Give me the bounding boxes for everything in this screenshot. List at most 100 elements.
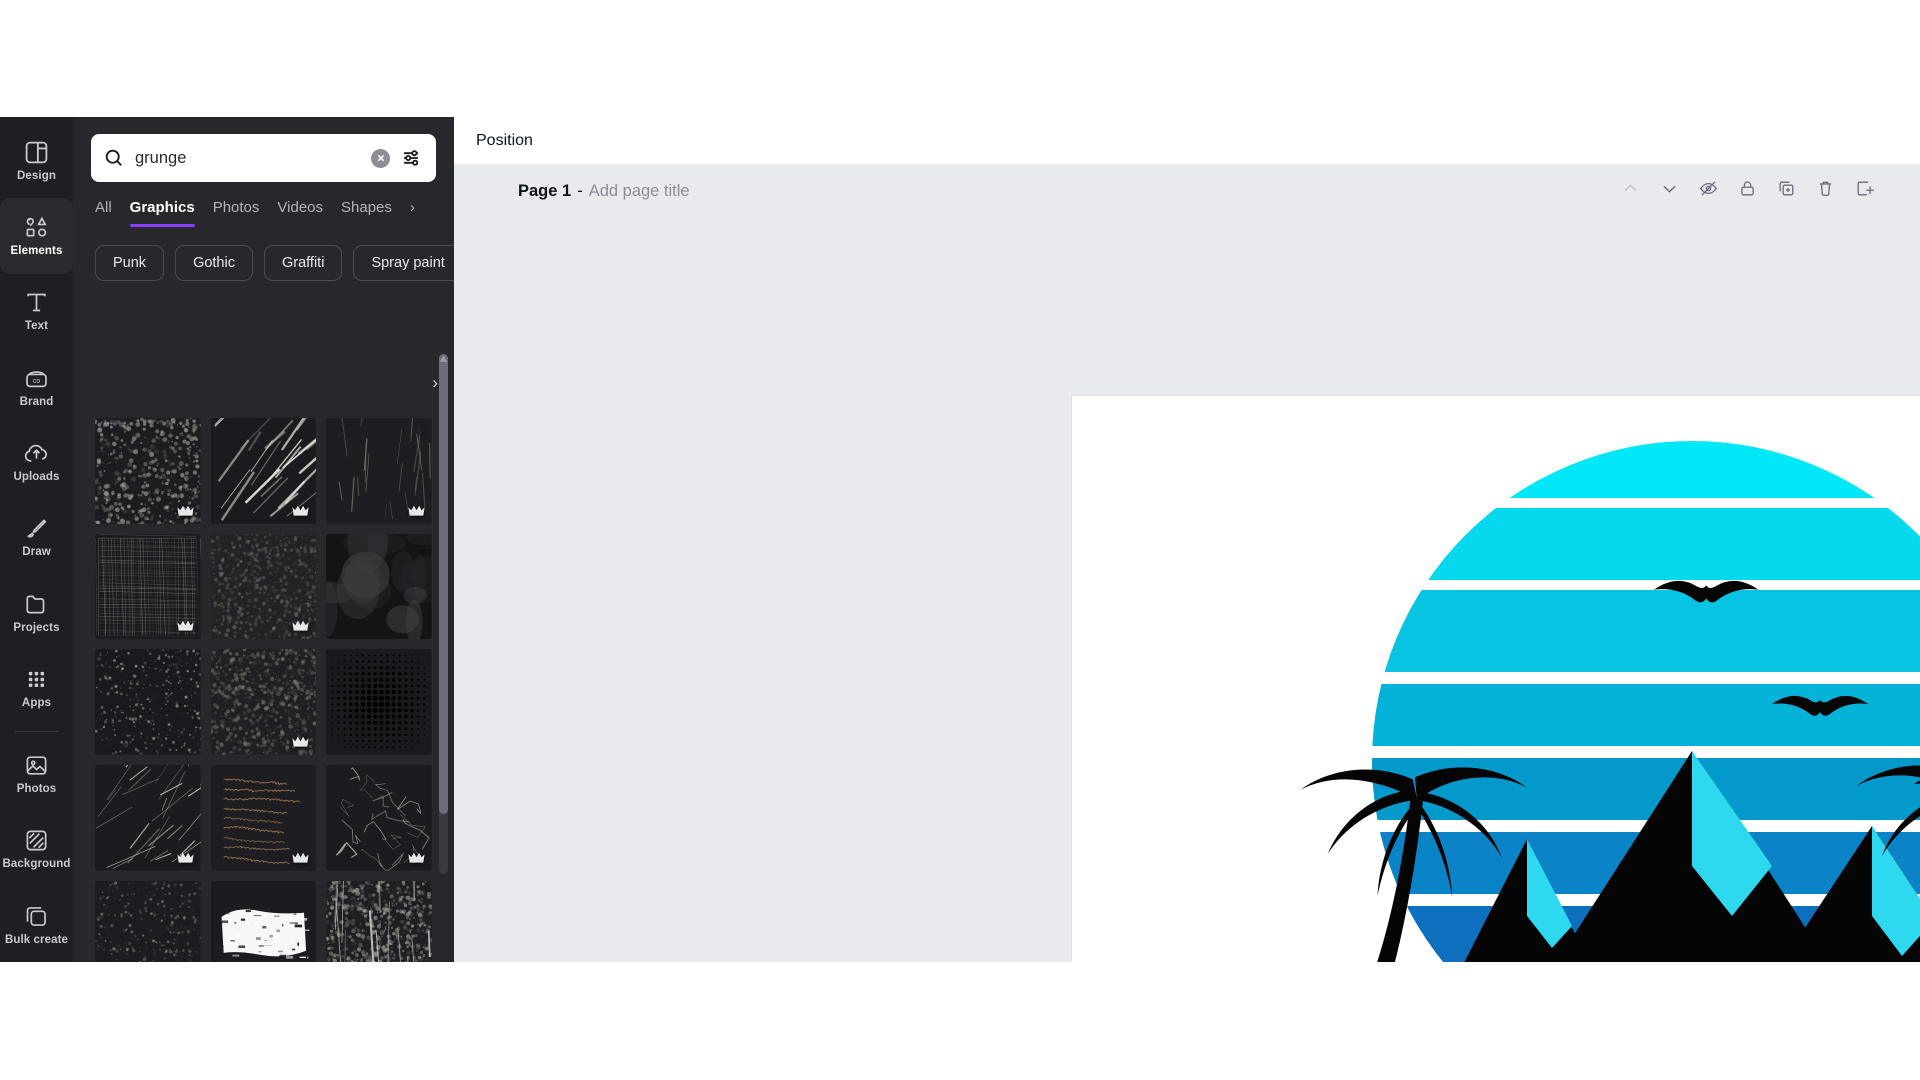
lock-page-icon[interactable] xyxy=(1737,178,1758,199)
sidebar-item-uploads[interactable]: Uploads xyxy=(0,424,73,499)
chevron-right-icon[interactable]: › xyxy=(410,199,415,227)
result-thumbnail[interactable] xyxy=(326,880,432,962)
chip-graffiti[interactable]: Graffiti xyxy=(263,245,343,281)
sidebar-label-bulk-create: Bulk create xyxy=(4,933,69,946)
result-thumbnail[interactable] xyxy=(210,418,317,524)
crown-icon xyxy=(291,734,310,749)
tab-shapes[interactable]: Shapes xyxy=(341,199,392,227)
sidebar-label-design: Design xyxy=(17,169,56,182)
thumbnail-texture xyxy=(326,533,432,640)
close-icon[interactable] xyxy=(371,148,390,168)
sidebar-label-projects: Projects xyxy=(13,621,60,634)
search-wrapper xyxy=(73,117,454,182)
hide-page-icon[interactable] xyxy=(1698,178,1719,199)
result-thumbnail[interactable] xyxy=(95,418,201,524)
chip-spray-paint[interactable]: Spray paint xyxy=(353,245,454,281)
result-thumbnail[interactable] xyxy=(326,765,432,871)
tab-graphics[interactable]: Graphics xyxy=(129,199,195,227)
result-thumbnail[interactable] xyxy=(95,880,201,962)
top-white-strip xyxy=(0,0,1920,117)
sidebar-item-design[interactable]: Design xyxy=(0,123,73,198)
search-input[interactable] xyxy=(135,148,371,168)
sidebar-item-brand[interactable]: co Brand xyxy=(0,349,73,424)
photos-icon xyxy=(23,752,50,779)
text-icon xyxy=(23,289,50,316)
sidebar-item-photos[interactable]: Photos xyxy=(0,736,73,811)
delete-page-icon[interactable] xyxy=(1815,178,1836,199)
scrollbar-thumb[interactable] xyxy=(439,354,448,814)
tab-photos[interactable]: Photos xyxy=(213,199,260,227)
draw-icon xyxy=(23,515,50,542)
keyword-chips: Punk Gothic Graffiti Spray paint xyxy=(73,227,454,281)
result-thumbnail[interactable] xyxy=(326,533,432,640)
tab-photos-label: Photos xyxy=(212,199,260,216)
brand-icon: co xyxy=(23,365,50,392)
chip-gothic[interactable]: Gothic xyxy=(175,245,253,281)
sidebar-label-uploads: Uploads xyxy=(13,471,60,484)
result-thumbnail[interactable] xyxy=(210,533,317,640)
chip-gothic-label: Gothic xyxy=(193,255,235,271)
move-down-icon[interactable] xyxy=(1659,178,1680,199)
tab-all[interactable]: All xyxy=(95,199,112,227)
sidebar-label-elements: Elements xyxy=(10,245,63,258)
editor-shell: Design Elements Text co Brand Uploads Dr… xyxy=(0,117,1920,1080)
result-thumbnail[interactable] xyxy=(210,649,317,756)
duplicate-page-icon[interactable] xyxy=(1776,178,1797,199)
sliders-icon[interactable] xyxy=(400,146,424,170)
canva-editor-window: Design Elements Text co Brand Uploads Dr… xyxy=(0,0,1920,1080)
tab-graphics-label: Graphics xyxy=(129,199,195,216)
canvas-area: Page 1 - Add page title xyxy=(454,164,1920,1080)
position-button[interactable]: Position xyxy=(476,132,533,150)
page-title-separator: - xyxy=(577,182,583,200)
crown-icon xyxy=(176,618,195,633)
page-header: Page 1 - Add page title xyxy=(518,182,690,201)
result-thumbnail[interactable] xyxy=(210,765,317,871)
crown-icon xyxy=(291,503,310,518)
result-thumbnail[interactable] xyxy=(95,765,201,871)
crown-icon xyxy=(407,850,426,865)
sidebar-item-elements[interactable]: Elements xyxy=(0,198,73,274)
search-box[interactable] xyxy=(91,134,436,182)
page-number-label: Page 1 xyxy=(518,182,572,200)
sidebar-item-projects[interactable]: Projects xyxy=(0,575,73,650)
design-icon xyxy=(23,139,50,166)
result-thumbnail[interactable] xyxy=(95,533,201,640)
background-icon xyxy=(23,827,50,854)
thumbnail-texture xyxy=(326,649,432,755)
sidebar-item-bulk-create[interactable]: Bulk create xyxy=(0,887,73,962)
sidebar-item-draw[interactable]: Draw xyxy=(0,499,73,574)
sidebar-item-apps[interactable]: Apps xyxy=(0,650,73,725)
move-up-icon[interactable] xyxy=(1620,178,1641,199)
chip-punk-label: Punk xyxy=(113,255,147,271)
crown-icon xyxy=(176,503,195,518)
chip-graffiti-label: Graffiti xyxy=(281,255,325,271)
sidebar-item-text[interactable]: Text xyxy=(0,274,73,349)
svg-text:co: co xyxy=(33,378,40,385)
result-thumbnail[interactable] xyxy=(210,880,317,962)
uploads-icon xyxy=(23,440,50,467)
sidebar-label-draw: Draw xyxy=(22,546,51,559)
crown-icon xyxy=(291,850,310,865)
panel-scrollbar[interactable] xyxy=(439,354,448,874)
tab-videos[interactable]: Videos xyxy=(277,199,323,227)
tab-videos-label: Videos xyxy=(277,199,323,216)
workspace: Position Page 1 - Add page title xyxy=(454,117,1920,1080)
elements-icon xyxy=(23,214,50,241)
result-thumbnail[interactable] xyxy=(326,649,432,755)
sidebar-item-background[interactable]: Background xyxy=(0,812,73,887)
result-thumbnail[interactable] xyxy=(326,418,432,524)
chips-next-icon[interactable]: › xyxy=(432,373,438,393)
sidebar-label-background: Background xyxy=(2,858,71,871)
page-title-input[interactable]: Add page title xyxy=(589,182,690,201)
result-type-tabs: All Graphics Photos Videos Shapes › xyxy=(73,182,454,227)
scrollbar-up-arrow[interactable] xyxy=(440,356,447,362)
tab-all-label: All xyxy=(95,199,112,216)
result-thumbnail[interactable] xyxy=(95,649,201,755)
add-page-icon[interactable] xyxy=(1854,178,1875,199)
thumbnail-texture xyxy=(326,880,432,962)
chip-spray-paint-label: Spray paint xyxy=(371,255,445,271)
projects-icon xyxy=(23,591,50,618)
chip-punk[interactable]: Punk xyxy=(95,245,165,281)
results-grid xyxy=(95,418,432,962)
position-toolbar: Position xyxy=(454,117,1920,164)
